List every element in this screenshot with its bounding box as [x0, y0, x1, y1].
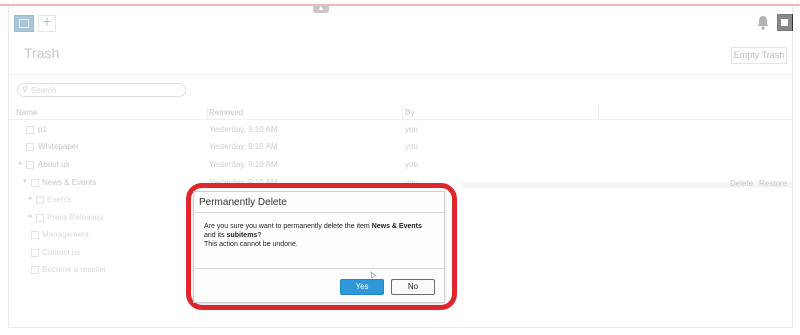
permanently-delete-dialog: Permanently Delete Are you sure you want…: [193, 191, 445, 303]
subitems-label: subitems: [226, 232, 258, 239]
dialog-warning: This action cannot be undone.: [204, 241, 298, 248]
yes-button[interactable]: Yes: [340, 279, 384, 295]
dialog-divider: [194, 212, 444, 213]
message-suffix: ?: [257, 232, 262, 239]
message-middle: and its: [204, 232, 227, 239]
dialog-divider: [194, 268, 444, 269]
dialog-message: Are you sure you want to permanently del…: [204, 222, 434, 249]
no-button[interactable]: No: [391, 279, 435, 295]
dialog-title: Permanently Delete: [199, 197, 287, 208]
frame-bottom-border: [8, 327, 793, 328]
mouse-cursor-icon: [370, 271, 377, 279]
message-prefix: Are you sure you want to permanently del…: [204, 223, 372, 230]
frame-right-border: [792, 6, 793, 328]
item-name: News & Events: [371, 223, 422, 230]
